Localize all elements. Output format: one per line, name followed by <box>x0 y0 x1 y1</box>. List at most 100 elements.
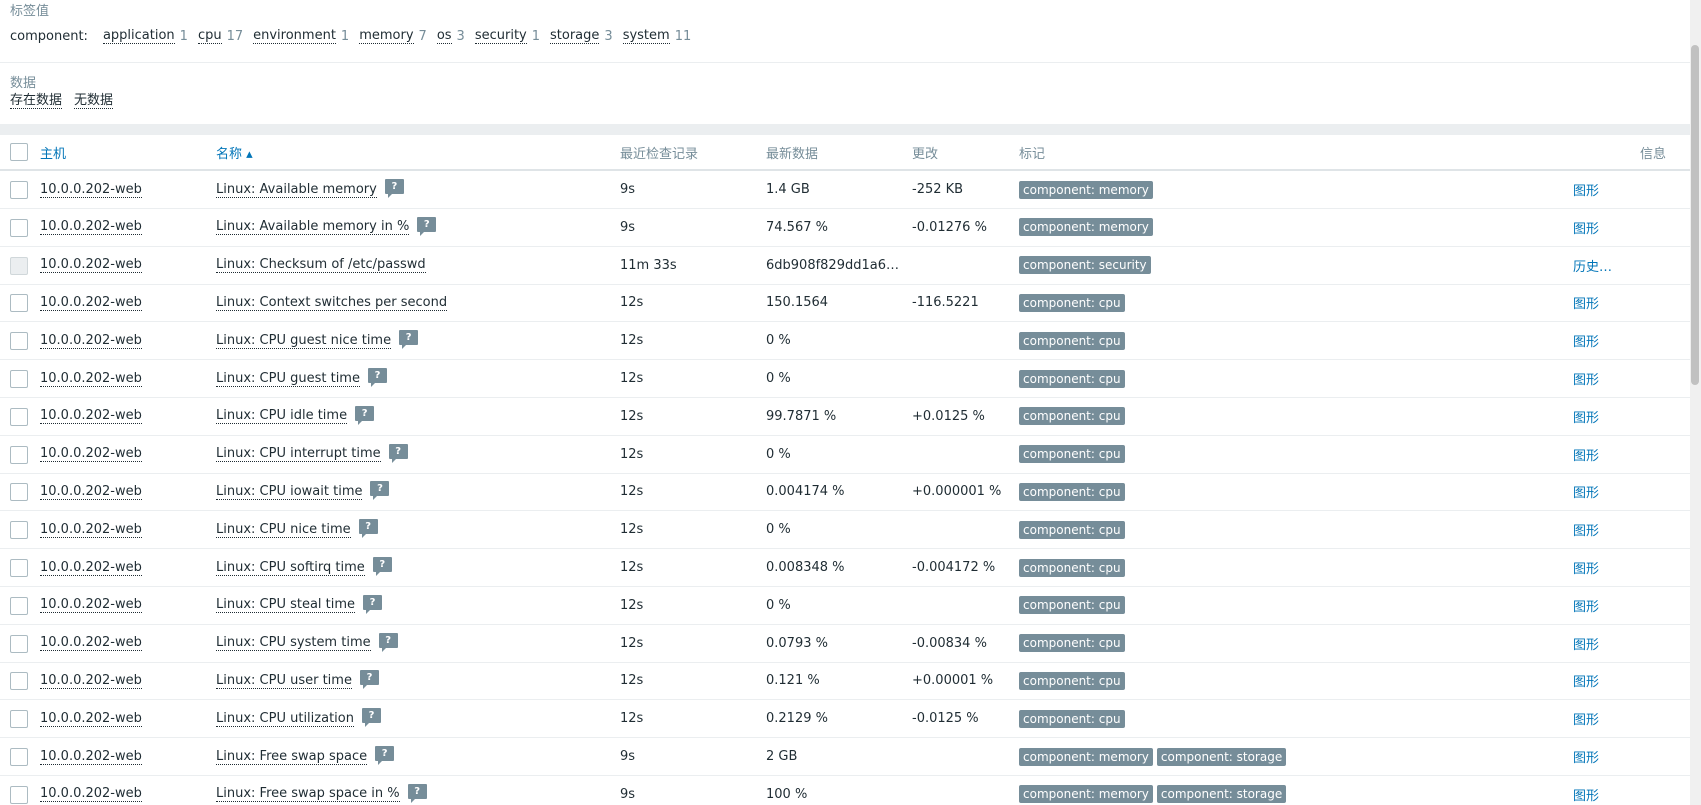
item-description-icon[interactable]: ? <box>384 179 404 198</box>
host-link[interactable]: 10.0.0.202-web <box>40 560 142 576</box>
graph-link[interactable]: 图形 <box>1573 445 1599 464</box>
row-checkbox[interactable] <box>10 596 28 615</box>
item-name-link[interactable]: Linux: CPU user time <box>216 673 352 689</box>
row-checkbox[interactable] <box>10 710 28 729</box>
item-name-link[interactable]: Linux: Available memory <box>216 182 377 198</box>
row-checkbox[interactable] <box>10 521 28 540</box>
item-name-link[interactable]: Linux: CPU softirq time <box>216 560 365 576</box>
host-link[interactable]: 10.0.0.202-web <box>40 182 142 198</box>
row-checkbox[interactable] <box>10 181 28 199</box>
column-header-name[interactable]: 名称 ▴ <box>216 143 253 162</box>
graph-link[interactable]: 图形 <box>1573 180 1599 199</box>
host-link[interactable]: 10.0.0.202-web <box>40 786 142 803</box>
host-link[interactable]: 10.0.0.202-web <box>40 522 142 538</box>
graph-link[interactable]: 图形 <box>1573 634 1599 653</box>
item-description-icon[interactable]: ? <box>363 594 383 614</box>
tag-value-link[interactable]: environment <box>253 28 336 44</box>
item-tag-badge[interactable]: component: cpu <box>1019 445 1125 464</box>
item-tag-badge[interactable]: component: cpu <box>1019 369 1125 388</box>
item-name-link[interactable]: Linux: CPU steal time <box>216 597 356 614</box>
graph-link[interactable]: 图形 <box>1573 558 1599 577</box>
item-tag-badge[interactable]: component: cpu <box>1019 407 1125 426</box>
item-name-link[interactable]: Linux: Free swap space in % <box>216 786 400 803</box>
row-checkbox[interactable] <box>10 294 28 313</box>
item-tag-badge[interactable]: component: cpu <box>1019 293 1125 312</box>
graph-link[interactable]: 图形 <box>1573 596 1599 615</box>
graph-link[interactable]: 图形 <box>1573 671 1599 690</box>
item-name-link[interactable]: Linux: CPU interrupt time <box>216 446 381 463</box>
page-scrollbar[interactable] <box>1690 0 1701 805</box>
row-checkbox[interactable] <box>10 785 28 804</box>
row-checkbox[interactable] <box>10 483 28 502</box>
tag-value-link[interactable]: memory <box>359 28 414 44</box>
row-checkbox[interactable] <box>10 748 28 766</box>
host-link[interactable]: 10.0.0.202-web <box>40 484 142 500</box>
item-tag-badge[interactable]: component: security <box>1019 256 1151 275</box>
item-name-link[interactable]: Linux: Context switches per second <box>216 295 448 311</box>
graph-link[interactable]: 图形 <box>1573 785 1599 804</box>
item-description-icon[interactable]: ? <box>367 368 387 387</box>
graph-link[interactable]: 图形 <box>1573 709 1599 728</box>
select-all-checkbox[interactable] <box>10 143 28 161</box>
scrollbar-thumb[interactable] <box>1691 45 1699 385</box>
graph-link[interactable]: 图形 <box>1573 520 1599 539</box>
tag-value-link[interactable]: system <box>622 28 670 44</box>
item-name-link[interactable]: Linux: Free swap space <box>216 749 368 765</box>
data-filter-with-data[interactable]: 存在数据 <box>10 93 63 109</box>
item-tag-badge[interactable]: component: cpu <box>1019 634 1125 653</box>
host-link[interactable]: 10.0.0.202-web <box>40 219 142 236</box>
item-tag-badge[interactable]: component: cpu <box>1019 331 1125 350</box>
row-checkbox[interactable] <box>10 332 28 351</box>
item-description-icon[interactable]: ? <box>388 443 408 463</box>
host-link[interactable]: 10.0.0.202-web <box>40 333 142 349</box>
item-name-link[interactable]: Linux: CPU system time <box>216 635 371 652</box>
item-tag-badge[interactable]: component: cpu <box>1019 520 1125 539</box>
host-link[interactable]: 10.0.0.202-web <box>40 635 142 652</box>
graph-link[interactable]: 图形 <box>1573 482 1599 501</box>
graph-link[interactable]: 图形 <box>1573 747 1599 766</box>
item-description-icon[interactable]: ? <box>399 330 419 350</box>
tag-value-link[interactable]: os <box>436 28 452 44</box>
graph-link[interactable]: 图形 <box>1573 218 1599 237</box>
item-tag-badge[interactable]: component: cpu <box>1019 596 1125 615</box>
item-description-icon[interactable]: ? <box>372 557 392 576</box>
tag-value-link[interactable]: application <box>102 28 175 44</box>
row-checkbox[interactable] <box>10 407 28 426</box>
item-description-icon[interactable]: ? <box>407 783 427 803</box>
host-link[interactable]: 10.0.0.202-web <box>40 257 142 274</box>
host-link[interactable]: 10.0.0.202-web <box>40 673 142 689</box>
item-description-icon[interactable]: ? <box>359 670 379 690</box>
item-description-icon[interactable]: ? <box>375 746 395 765</box>
host-link[interactable]: 10.0.0.202-web <box>40 597 142 614</box>
item-tag-badge[interactable]: component: storage <box>1156 747 1287 766</box>
item-tag-badge[interactable]: component: memory <box>1019 218 1153 237</box>
data-filter-without-data[interactable]: 无数据 <box>74 93 114 109</box>
item-tag-badge[interactable]: component: cpu <box>1019 709 1125 728</box>
item-tag-badge[interactable]: component: cpu <box>1019 482 1125 501</box>
item-description-icon[interactable]: ? <box>370 481 390 501</box>
row-checkbox[interactable] <box>10 559 28 577</box>
item-name-link[interactable]: Linux: CPU guest nice time <box>216 333 392 349</box>
graph-link[interactable]: 图形 <box>1573 407 1599 426</box>
row-checkbox[interactable] <box>10 445 28 464</box>
graph-link[interactable]: 图形 <box>1573 293 1599 312</box>
tag-value-link[interactable]: security <box>474 28 527 44</box>
host-link[interactable]: 10.0.0.202-web <box>40 711 142 727</box>
item-name-link[interactable]: Linux: CPU guest time <box>216 371 360 387</box>
item-tag-badge[interactable]: component: memory <box>1019 785 1153 804</box>
item-name-link[interactable]: Linux: CPU nice time <box>216 522 351 538</box>
host-link[interactable]: 10.0.0.202-web <box>40 446 142 463</box>
item-name-link[interactable]: Linux: Available memory in % <box>216 219 410 236</box>
tag-value-link[interactable]: storage <box>550 28 600 44</box>
host-link[interactable]: 10.0.0.202-web <box>40 371 142 387</box>
graph-link[interactable]: 图形 <box>1573 369 1599 388</box>
row-checkbox[interactable] <box>10 370 28 388</box>
item-tag-badge[interactable]: component: memory <box>1019 747 1153 766</box>
item-tag-badge[interactable]: component: memory <box>1019 180 1153 199</box>
row-checkbox[interactable] <box>10 672 28 691</box>
item-tag-badge[interactable]: component: cpu <box>1019 558 1125 577</box>
item-description-icon[interactable]: ? <box>358 519 378 539</box>
host-link[interactable]: 10.0.0.202-web <box>40 749 142 765</box>
item-tag-badge[interactable]: component: cpu <box>1019 671 1125 690</box>
graph-link[interactable]: 历史… <box>1573 256 1612 275</box>
